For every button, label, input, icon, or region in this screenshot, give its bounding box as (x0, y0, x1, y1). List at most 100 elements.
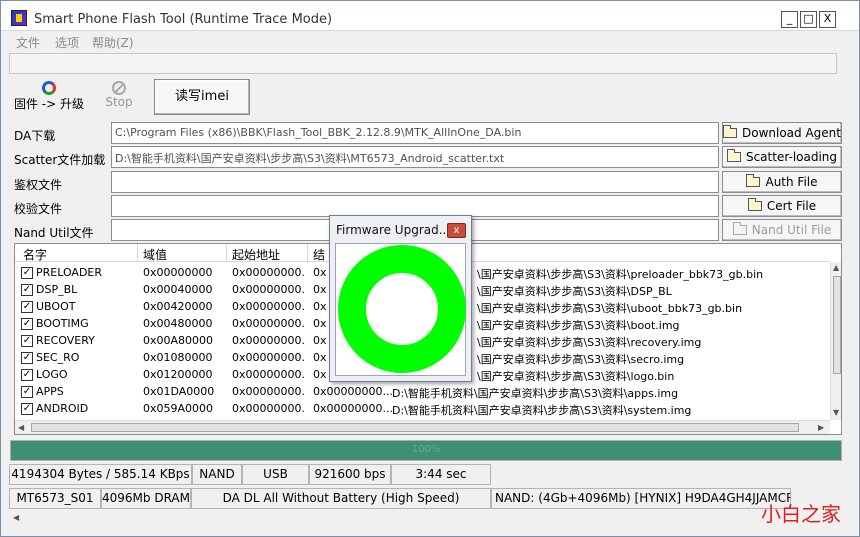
status-mode: DA DL All Without Battery (High Speed) (191, 488, 491, 509)
cert-file-label: Cert File (766, 199, 817, 213)
folder-icon (723, 125, 737, 138)
row-region: 0x00480000 (143, 317, 213, 330)
scatter-loading-button[interactable]: Scatter-loading (722, 146, 842, 168)
row-checkbox[interactable]: ✓ (21, 352, 33, 364)
scroll-left-icon[interactable]: ◀ (13, 513, 19, 522)
row-checkbox[interactable]: ✓ (21, 284, 33, 296)
row-checkbox[interactable]: ✓ (21, 267, 33, 279)
row-start: 0x00000000... (232, 385, 306, 398)
minimize-button[interactable]: _ (781, 11, 798, 28)
row-checkbox[interactable]: ✓ (21, 301, 33, 313)
row-name: LOGO (36, 368, 68, 381)
status-horizontal-scrollbar[interactable]: ◀ (10, 511, 790, 525)
dialog-close-button[interactable]: x (447, 223, 466, 238)
auth-label: 鉴权文件 (14, 178, 63, 192)
firmware-upgrade-button[interactable]: 固件 -> 升级 (13, 81, 85, 115)
table-row[interactable]: ✓ ANDROID 0x059A0000 0x00000000... 0x000… (15, 400, 830, 417)
row-path: \国产安卓资料\步步高\S3\资料\boot.img (477, 319, 680, 332)
row-start: 0x00000000... (232, 402, 306, 415)
row-path: \国产安卓资料\步步高\S3\资料\preloader_bbk73_gb.bin (477, 268, 764, 281)
row-checkbox[interactable]: ✓ (21, 403, 33, 415)
row-checkbox[interactable]: ✓ (21, 335, 33, 347)
firmware-upgrade-label: 固件 -> 升级 (13, 97, 84, 111)
maximize-button[interactable]: □ (800, 11, 817, 28)
scroll-down-icon[interactable]: ▼ (833, 408, 839, 417)
table-row[interactable]: ✓ APPS 0x01DA0000 0x00000000... 0x000000… (15, 383, 830, 400)
row-name: BOOTIMG (36, 317, 89, 330)
scatter-label: Scatter文件加载 (14, 153, 106, 167)
status-chip: MT6573_S01 (9, 488, 101, 509)
row-path: \国产安卓资料\步步高\S3\资料\secro.img (477, 353, 685, 366)
auth-file-label: Auth File (765, 175, 818, 189)
status-interface: USB (242, 464, 309, 485)
column-divider[interactable] (307, 244, 308, 262)
row-start: 0x00000000... (232, 317, 306, 330)
row-path: \国产安卓资料\步步高\S3\资料\uboot_bbk73_gb.bin (477, 302, 743, 315)
table-horizontal-scrollbar[interactable]: ◀ ▶ (15, 420, 830, 434)
download-agent-button[interactable]: Download Agent (722, 122, 842, 144)
nand-util-file-button[interactable]: Nand Util File (722, 219, 842, 241)
row-checkbox[interactable]: ✓ (21, 369, 33, 381)
row-checkbox[interactable]: ✓ (21, 318, 33, 330)
status-transfer-rate: 4194304 Bytes / 585.14 KBps (9, 464, 192, 485)
cert-file-button[interactable]: Cert File (722, 195, 842, 217)
column-divider[interactable] (226, 244, 227, 262)
row-end: 0x00000000... (313, 402, 393, 415)
row-region: 0x00000000 (143, 266, 213, 279)
row-end: 0x00000000... (313, 385, 393, 398)
dialog-title: Firmware Upgrad... (336, 223, 451, 237)
row-region: 0x01200000 (143, 368, 213, 381)
folder-icon (746, 174, 761, 187)
scatter-loading-label: Scatter-loading (745, 150, 838, 164)
title-bar: Smart Phone Flash Tool (Runtime Trace Mo… (1, 1, 859, 31)
col-name-header[interactable]: 名字 (23, 246, 47, 263)
table-vertical-scrollbar[interactable]: ▲ ▼ (830, 262, 841, 420)
main-window: Smart Phone Flash Tool (Runtime Trace Mo… (0, 0, 860, 537)
row-start: 0x00000000... (232, 266, 306, 279)
scroll-thumb[interactable] (31, 423, 799, 432)
row-name: UBOOT (36, 300, 76, 313)
folder-icon (732, 222, 747, 235)
app-icon (11, 10, 27, 26)
row-name: APPS (36, 385, 64, 398)
stop-button[interactable]: Stop (101, 81, 137, 115)
cert-path-field[interactable] (111, 195, 719, 217)
firmware-upgrade-dialog: Firmware Upgrad... x (329, 215, 472, 382)
auth-path-field[interactable] (111, 171, 719, 193)
col-region-header[interactable]: 域值 (143, 246, 167, 263)
cert-label: 校验文件 (14, 202, 63, 216)
row-start: 0x00000000... (232, 368, 306, 381)
row-start: 0x00000000... (232, 334, 306, 347)
progress-ring (338, 245, 466, 373)
scatter-path-field[interactable]: D:\智能手机资料\国产安卓资料\步步高\S3\资料\MT6573_Androi… (111, 146, 719, 168)
scroll-left-icon[interactable]: ◀ (18, 423, 24, 432)
status-baud: 921600 bps (309, 464, 391, 485)
row-region: 0x00420000 (143, 300, 213, 313)
stop-icon (112, 81, 126, 95)
status-dram: 4096Mb DRAM (101, 488, 191, 509)
row-region: 0x01DA0000 (143, 385, 215, 398)
auth-file-button[interactable]: Auth File (722, 171, 842, 193)
close-button[interactable]: X (819, 11, 836, 28)
progress-percent: 100% (411, 444, 441, 455)
menu-options[interactable]: 选项 (55, 34, 79, 51)
row-region: 0x059A0000 (143, 402, 214, 415)
col-start-header[interactable]: 起始地址 (232, 246, 280, 263)
column-divider[interactable] (137, 244, 138, 262)
row-start: 0x00000000... (232, 283, 306, 296)
scroll-thumb[interactable] (833, 276, 841, 374)
progress-bar: 100% (10, 440, 842, 461)
status-nand: NAND: (4Gb+4096Mb) [HYNIX] H9DA4GH4JJAMC… (491, 488, 791, 509)
row-path: D:\智能手机资料\国产安卓资料\步步高\S3\资料\system.img (392, 404, 692, 417)
col-end-header[interactable]: 结 (313, 246, 325, 263)
menu-file[interactable]: 文件 (16, 34, 40, 51)
scroll-right-icon[interactable]: ▶ (818, 423, 824, 432)
folder-icon (726, 149, 741, 162)
stop-label: Stop (105, 95, 133, 109)
menu-help[interactable]: 帮助(Z) (92, 34, 134, 51)
row-checkbox[interactable]: ✓ (21, 386, 33, 398)
scroll-up-icon[interactable]: ▲ (833, 263, 839, 272)
imei-button[interactable]: 读写imei (154, 79, 250, 115)
da-path-field[interactable]: C:\Program Files (x86)\BBK\Flash_Tool_BB… (111, 122, 719, 144)
watermark: 小白之家 (761, 502, 841, 526)
